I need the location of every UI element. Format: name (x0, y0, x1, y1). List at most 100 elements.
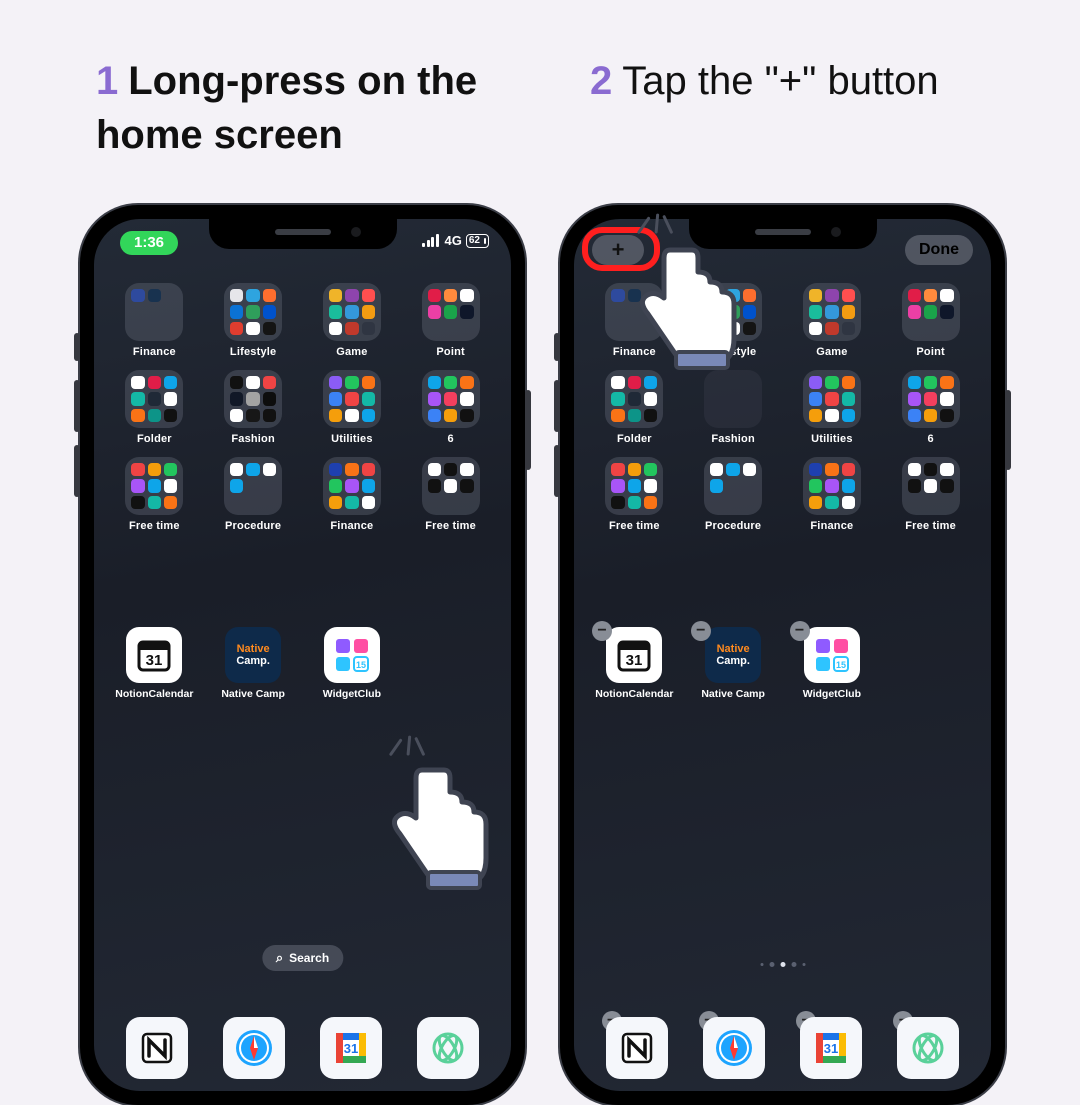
folder-label: Procedure (705, 520, 761, 532)
folder-label: 6 (927, 433, 933, 445)
svg-text:15: 15 (836, 660, 846, 670)
folder-label: Free time (129, 520, 180, 532)
phone-power-button (525, 390, 531, 470)
folder-free-time[interactable]: Free time (888, 457, 973, 544)
step-2-text: Tap the "+" button (622, 59, 938, 103)
dock-app-safari[interactable] (703, 1017, 765, 1079)
folder-6[interactable]: 6 (408, 370, 493, 457)
folder-fashion[interactable]: Fashion (211, 370, 296, 457)
step-1-text: Long-press on the home screen (96, 59, 477, 157)
dock-app-safari[interactable] (223, 1017, 285, 1079)
svg-text:31: 31 (824, 1041, 838, 1056)
home-screen-edit-mode[interactable]: + Done FinanceLifestyleGamePointFolderFa… (574, 219, 991, 1091)
home-screen[interactable]: 1:36 4G 62 Finance Lifestyle Game Point Fold… (94, 219, 511, 1091)
battery-percent: 62 (469, 235, 480, 247)
app-notioncalendar[interactable]: 31 NotionCalendar (112, 627, 197, 700)
folder-free-time[interactable]: Free time (592, 457, 677, 544)
app-row: 31NotionCalendarNativeCamp.Native Camp15… (112, 627, 493, 700)
phone-volume-up (74, 380, 80, 432)
folder-finance[interactable]: Finance (310, 457, 395, 544)
folder-point[interactable]: Point (408, 283, 493, 370)
folder-label: 6 (447, 433, 453, 445)
folder-label: Free time (905, 520, 956, 532)
folder-label: Folder (137, 433, 172, 445)
svg-text:15: 15 (356, 660, 366, 670)
folder-label: Free time (609, 520, 660, 532)
folder-folder[interactable]: Folder (592, 370, 677, 457)
svg-text:31: 31 (344, 1041, 358, 1056)
app-label: WidgetClub (323, 688, 381, 700)
folder-label: Game (816, 346, 847, 358)
app-label: WidgetClub (803, 688, 861, 700)
folder-grid: Finance Lifestyle Game Point Folder Fashion Ut… (112, 283, 493, 544)
phone-mute-switch (74, 333, 80, 361)
folder-label: Point (436, 346, 465, 358)
step-1-title: 1Long-press on the home screen (96, 54, 526, 162)
phone-volume-up (554, 380, 560, 432)
dock-app-notion[interactable] (126, 1017, 188, 1079)
folder-label: Point (916, 346, 945, 358)
folder-label: Finance (330, 520, 373, 532)
highlight-ring (582, 227, 660, 271)
folder-lifestyle[interactable]: Lifestyle (691, 283, 776, 370)
app-widgetclub[interactable]: −15WidgetClub (790, 627, 875, 700)
status-time: 1:36 (120, 231, 178, 255)
phone-volume-down (554, 445, 560, 497)
folder-finance[interactable]: Finance (790, 457, 875, 544)
search-label: Search (289, 951, 329, 965)
folder-folder[interactable]: Folder (112, 370, 197, 457)
step-2-number: 2 (590, 59, 612, 103)
folder-label: Finance (810, 520, 853, 532)
phone-mute-switch (554, 333, 560, 361)
app-widgetclub[interactable]: 15 WidgetClub (310, 627, 395, 700)
folder-label: Fashion (231, 433, 275, 445)
folder-utilities[interactable]: Utilities (790, 370, 875, 457)
done-button[interactable]: Done (905, 235, 973, 265)
dock-app-notion[interactable] (606, 1017, 668, 1079)
dock-app-gcal[interactable]: 31 (800, 1017, 862, 1079)
phone-volume-down (74, 445, 80, 497)
folder-label: Finance (133, 346, 176, 358)
folder-label: Game (336, 346, 367, 358)
folder-label: Finance (613, 346, 656, 358)
battery-icon: 62 (466, 234, 489, 248)
remove-app-badge[interactable]: − (592, 621, 612, 641)
app-native-camp[interactable]: −NativeCamp.Native Camp (691, 627, 776, 700)
remove-app-badge[interactable]: − (691, 621, 711, 641)
folder-fashion[interactable]: Fashion (691, 370, 776, 457)
folder-utilities[interactable]: Utilities (310, 370, 395, 457)
folder-lifestyle[interactable]: Lifestyle (211, 283, 296, 370)
svg-text:31: 31 (146, 652, 163, 669)
dock-app-claude[interactable] (897, 1017, 959, 1079)
dock-app-claude[interactable] (417, 1017, 479, 1079)
remove-app-badge[interactable]: − (790, 621, 810, 641)
step-1-number: 1 (96, 59, 118, 103)
app-row: −31NotionCalendar−NativeCamp.Native Camp… (592, 627, 973, 700)
phone-step-2: + Done FinanceLifestyleGamePointFolderFa… (560, 205, 1005, 1105)
step-2-title: 2Tap the "+" button (590, 54, 1020, 108)
dock-app-gcal[interactable]: 31 (320, 1017, 382, 1079)
search-button[interactable]: Search (262, 945, 343, 971)
folder-procedure[interactable]: Procedure (211, 457, 296, 544)
folder-finance[interactable]: Finance (112, 283, 197, 370)
app-label: NotionCalendar (115, 688, 193, 700)
app-native-camp[interactable]: NativeCamp.Native Camp (211, 627, 296, 700)
page-indicator[interactable] (760, 962, 805, 967)
phone-power-button (1005, 390, 1011, 470)
folder-label: Lifestyle (710, 346, 756, 358)
folder-game[interactable]: Game (790, 283, 875, 370)
network-label: 4G (445, 233, 462, 248)
app-label: Native Camp (221, 688, 285, 700)
status-bar: 1:36 4G 62 (94, 229, 511, 259)
folder-6[interactable]: 6 (888, 370, 973, 457)
folder-finance[interactable]: Finance (592, 283, 677, 370)
app-notioncalendar[interactable]: −31NotionCalendar (592, 627, 677, 700)
folder-label: Utilities (331, 433, 373, 445)
folder-point[interactable]: Point (888, 283, 973, 370)
svg-text:31: 31 (626, 652, 643, 669)
folder-free-time[interactable]: Free time (408, 457, 493, 544)
folder-game[interactable]: Game (310, 283, 395, 370)
folder-free-time[interactable]: Free time (112, 457, 197, 544)
status-right: 4G 62 (422, 233, 489, 248)
folder-procedure[interactable]: Procedure (691, 457, 776, 544)
